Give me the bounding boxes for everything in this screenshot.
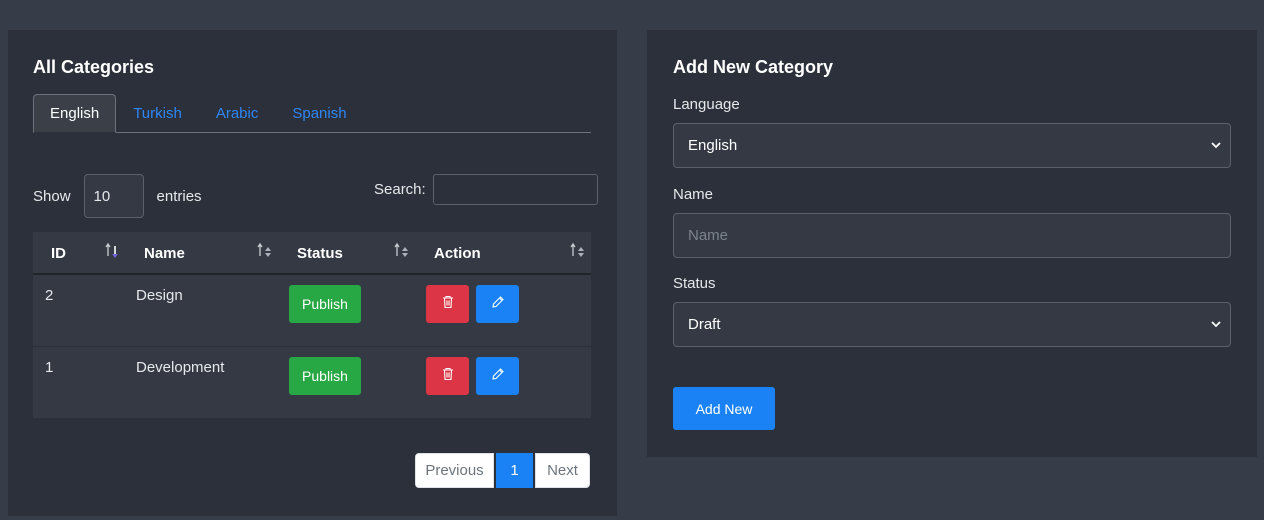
entries-label: entries [156,187,202,205]
add-category-card: Add New Category Language English Name N… [647,30,1257,457]
cell-name: Design [136,287,183,304]
column-header-action[interactable]: Action [434,232,481,275]
sort-icon [570,242,588,264]
sort-icon [257,242,275,264]
entries-select[interactable]: 10 [83,174,144,218]
table-header: ID Name Status Action [33,232,591,275]
publish-status-button[interactable]: Publish [289,357,361,395]
search-label: Search: [374,180,426,198]
sort-icon [394,242,412,264]
pagination: Previous 1 Next [415,453,590,488]
trash-icon [442,367,454,386]
entries-value: 10 [93,187,111,205]
name-input[interactable]: Name [673,213,1231,258]
tab-spanish[interactable]: Spanish [275,94,363,132]
delete-button[interactable] [426,357,469,395]
pencil-icon [491,367,505,386]
show-label: Show [33,187,71,205]
categories-table: ID Name Status Action 2 Design Publish 1… [33,232,591,419]
all-categories-card: All Categories English Turkish Arabic Sp… [8,30,617,516]
page-1-button[interactable]: 1 [496,453,533,488]
name-label: Name [673,186,714,203]
language-select[interactable]: English [673,123,1231,168]
column-header-status[interactable]: Status [297,232,343,275]
pencil-icon [491,295,505,314]
chevron-down-icon [1210,138,1222,155]
column-header-name[interactable]: Name [144,232,185,275]
chevron-down-icon [1210,317,1222,334]
show-entries: Show 10 entries [33,174,202,218]
status-label: Status [673,275,716,292]
name-placeholder: Name [688,227,729,244]
tab-turkish[interactable]: Turkish [116,94,199,132]
table-row: 1 Development Publish [33,347,591,419]
status-select[interactable]: Draft [673,302,1231,347]
language-value: English [688,137,738,154]
table-search: Search: [374,173,598,205]
language-label: Language [673,96,740,113]
edit-button[interactable] [476,285,519,323]
delete-button[interactable] [426,285,469,323]
cell-id: 1 [45,359,54,376]
trash-icon [442,295,454,314]
table-row: 2 Design Publish [33,275,591,347]
search-input[interactable] [432,173,598,205]
tab-english[interactable]: English [33,94,117,133]
next-page-button[interactable]: Next [535,453,590,488]
publish-status-button[interactable]: Publish [289,285,361,323]
status-value: Draft [688,316,721,333]
sort-icon [105,242,121,264]
previous-page-button[interactable]: Previous [415,453,494,488]
cell-id: 2 [45,287,54,304]
language-tabs: English Turkish Arabic Spanish [33,94,591,133]
tab-arabic[interactable]: Arabic [199,94,276,132]
edit-button[interactable] [476,357,519,395]
add-new-button[interactable]: Add New [673,387,775,430]
card-title: Add New Category [673,57,834,77]
card-title: All Categories [33,57,155,77]
column-header-id[interactable]: ID [51,232,66,275]
cell-name: Development [136,359,225,376]
